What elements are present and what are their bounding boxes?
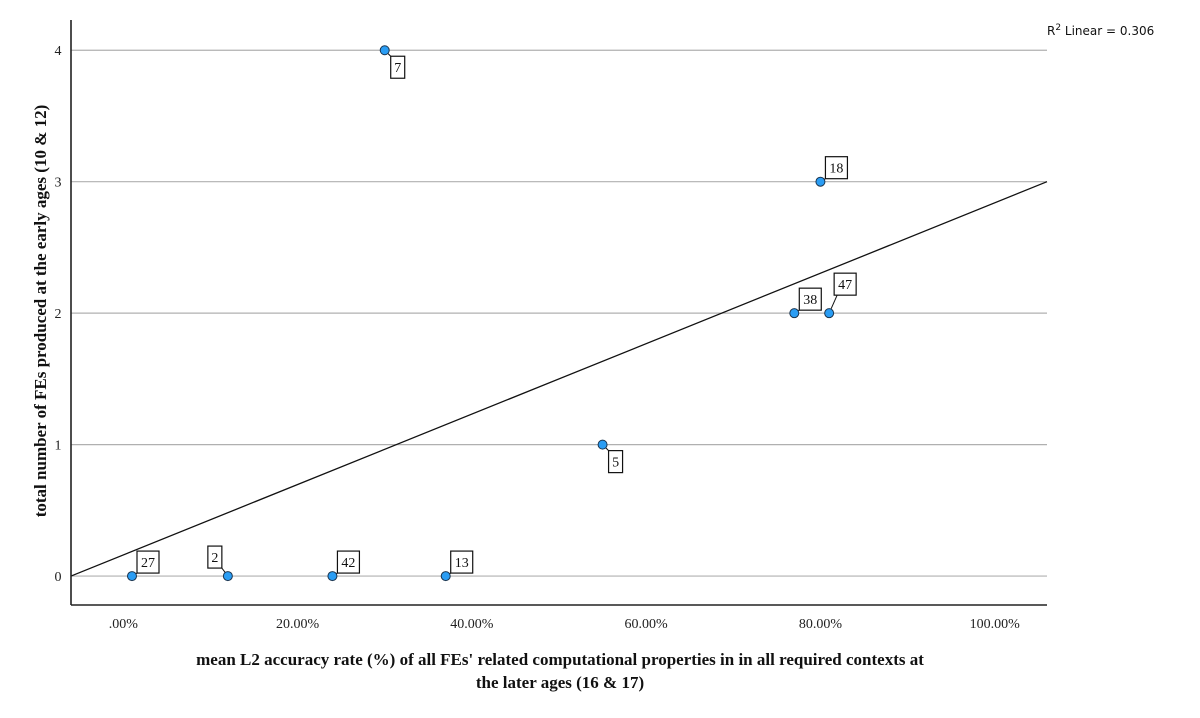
data-point	[789, 308, 800, 319]
point-label: 18	[829, 162, 843, 177]
x-tick-label: 80.00%	[799, 617, 843, 632]
fit-line-group	[70, 181, 1048, 577]
data-point	[440, 571, 451, 582]
scatter-chart: 0 1 2 3 4 .00% 20.00% 40.00% 60.00% 80.00% 100.00…	[31, 20, 1154, 692]
x-tick-labels: .00% 20.00% 40.00% 60.00% 80.00% 100.00%	[109, 617, 1020, 632]
point-label: 5	[612, 456, 619, 471]
point-label: 7	[394, 61, 401, 76]
fit-line	[70, 181, 1048, 577]
r2-label: R2 Linear = 0.306	[1047, 23, 1154, 38]
y-tick-label: 2	[55, 307, 62, 322]
point-label: 13	[455, 556, 469, 571]
point-label: 42	[341, 556, 355, 571]
y-tick-label: 1	[55, 439, 62, 454]
y-tick-label: 3	[55, 176, 62, 191]
data-point	[597, 439, 608, 450]
x-axis-title-line1: mean L2 accuracy rate (%) of all FEs' re…	[196, 650, 924, 669]
x-tick-label: 60.00%	[625, 617, 669, 632]
x-tick-label: 20.00%	[276, 617, 320, 632]
point-label: 27	[141, 556, 155, 571]
x-axis-title-line2: the later ages (16 & 17)	[476, 673, 644, 692]
x-tick-label: 100.00%	[970, 617, 1021, 632]
y-tick-label: 4	[55, 44, 62, 59]
data-point	[824, 308, 835, 319]
y-tick-labels: 0 1 2 3 4	[55, 44, 62, 585]
y-axis-title: total number of FEs produced at the earl…	[31, 105, 50, 518]
grid-lines	[71, 49, 1047, 577]
y-tick-label: 0	[55, 570, 62, 585]
data-point	[127, 571, 137, 582]
point-label: 38	[803, 293, 817, 308]
data-point	[327, 571, 338, 582]
x-tick-label: 40.00%	[450, 617, 494, 632]
data-point	[379, 45, 390, 56]
point-label: 47	[838, 278, 852, 293]
point-label: 2	[211, 551, 218, 566]
x-tick-label: .00%	[109, 617, 139, 632]
data-point	[815, 176, 826, 187]
data-point	[222, 571, 233, 582]
